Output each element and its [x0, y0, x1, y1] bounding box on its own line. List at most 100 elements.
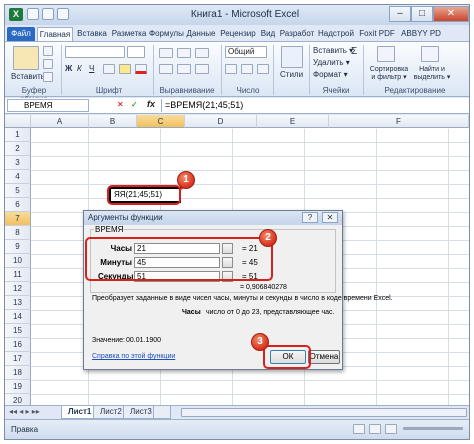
- font-name-select[interactable]: [65, 46, 125, 58]
- styles-button[interactable]: Стили: [280, 70, 303, 79]
- confirm-entry-icon[interactable]: ✓: [131, 100, 138, 109]
- row-header[interactable]: 12: [5, 282, 31, 296]
- align-top-icon[interactable]: [159, 48, 173, 58]
- bold-icon[interactable]: Ж: [65, 64, 72, 73]
- row-header[interactable]: 8: [5, 226, 31, 240]
- row-header[interactable]: 2: [5, 142, 31, 156]
- row-header[interactable]: 15: [5, 324, 31, 338]
- select-all-corner[interactable]: [5, 115, 31, 128]
- tab-developer[interactable]: Разработ: [279, 27, 315, 41]
- tab-review[interactable]: Рецензир: [219, 27, 257, 41]
- tab-file[interactable]: Файл: [7, 27, 35, 41]
- merge-cells-icon[interactable]: [195, 64, 209, 74]
- align-middle-icon[interactable]: [177, 48, 191, 58]
- font-group-label: Шрифт: [95, 86, 123, 95]
- find-select-icon[interactable]: [421, 46, 439, 62]
- cancel-entry-icon[interactable]: ✕: [117, 100, 124, 109]
- cancel-button[interactable]: Отмена: [308, 350, 340, 364]
- currency-icon[interactable]: [225, 64, 237, 74]
- align-center-icon[interactable]: [177, 64, 191, 74]
- tab-addins[interactable]: Надстрой: [317, 27, 355, 41]
- paste-button[interactable]: Вставить: [11, 72, 45, 81]
- autosum-icon[interactable]: Σ: [351, 46, 357, 57]
- tab-abbyy-pdf[interactable]: ABBYY PD: [399, 27, 443, 41]
- column-header[interactable]: E: [257, 115, 329, 128]
- tab-view[interactable]: Вид: [259, 27, 277, 41]
- undo-icon[interactable]: [42, 8, 54, 20]
- column-header[interactable]: B: [89, 115, 137, 128]
- value-result: 00.01.1900: [126, 337, 162, 344]
- tab-page-layout[interactable]: Разметка: [111, 27, 147, 41]
- row-header[interactable]: 17: [5, 352, 31, 366]
- row-header[interactable]: 4: [5, 170, 31, 184]
- align-left-icon[interactable]: [159, 64, 173, 74]
- row-header[interactable]: 3: [5, 156, 31, 170]
- insert-sheet-icon[interactable]: [153, 406, 171, 419]
- tab-home[interactable]: Главная: [37, 27, 73, 41]
- styles-icon[interactable]: [281, 46, 303, 68]
- callout-badge-2: 2: [259, 229, 277, 247]
- column-header[interactable]: A: [31, 115, 89, 128]
- page-layout-view-icon[interactable]: [369, 424, 381, 434]
- group-divider: [221, 45, 222, 95]
- comma-style-icon[interactable]: [257, 64, 269, 74]
- paste-icon[interactable]: [13, 46, 39, 70]
- redo-icon[interactable]: [57, 8, 69, 20]
- tab-foxit-pdf[interactable]: Foxit PDF: [357, 27, 397, 41]
- sort-filter-icon[interactable]: [377, 46, 395, 62]
- number-format-select[interactable]: Общий: [225, 46, 267, 58]
- percent-icon[interactable]: [241, 64, 253, 74]
- horizontal-scrollbar[interactable]: [181, 408, 467, 417]
- row-header[interactable]: 11: [5, 268, 31, 282]
- row-header[interactable]: 16: [5, 338, 31, 352]
- row-header[interactable]: 6: [5, 198, 31, 212]
- formula-input[interactable]: =ВРЕМЯ(21;45;51): [161, 99, 467, 112]
- tab-formulas[interactable]: Формулы: [149, 27, 184, 41]
- maximize-button[interactable]: □: [411, 6, 433, 22]
- sort-filter-button[interactable]: Сортировка и фильтр ▾: [367, 66, 411, 81]
- row-header[interactable]: 9: [5, 240, 31, 254]
- column-header[interactable]: F: [329, 115, 469, 128]
- excel-app-icon[interactable]: X: [9, 8, 23, 21]
- cut-icon[interactable]: [43, 46, 53, 56]
- dialog-close-button[interactable]: ✕: [322, 212, 338, 223]
- font-size-select[interactable]: [127, 46, 145, 58]
- insert-function-icon[interactable]: fx: [147, 99, 155, 109]
- page-break-view-icon[interactable]: [385, 424, 397, 434]
- dialog-help-button[interactable]: ?: [302, 212, 318, 223]
- save-icon[interactable]: [27, 8, 39, 20]
- row-header[interactable]: 10: [5, 254, 31, 268]
- row-header[interactable]: 5: [5, 184, 31, 198]
- row-header[interactable]: 18: [5, 366, 31, 380]
- delete-cells-button[interactable]: Удалить ▾: [313, 58, 350, 67]
- normal-view-icon[interactable]: [353, 424, 365, 434]
- function-help-link[interactable]: Справка по этой функции: [92, 353, 175, 360]
- row-header[interactable]: 19: [5, 380, 31, 394]
- column-header[interactable]: D: [185, 115, 257, 128]
- format-cells-button[interactable]: Формат ▾: [313, 70, 348, 79]
- borders-icon[interactable]: [103, 64, 115, 74]
- find-select-button[interactable]: Найти и выделить ▾: [413, 66, 451, 81]
- italic-icon[interactable]: К: [77, 64, 82, 73]
- column-header-selected[interactable]: C: [137, 115, 185, 128]
- fill-color-icon[interactable]: [119, 64, 131, 74]
- name-box[interactable]: ВРЕМЯ: [7, 99, 89, 112]
- minimize-button[interactable]: –: [389, 6, 411, 22]
- close-window-button[interactable]: ✕: [433, 6, 469, 22]
- underline-icon[interactable]: Ч: [89, 64, 94, 73]
- excel-window: X Книга1 - Microsoft Excel – □ ✕ Файл Гл…: [4, 4, 470, 440]
- wrap-text-icon[interactable]: [195, 48, 209, 58]
- format-painter-icon[interactable]: [43, 72, 53, 82]
- font-color-icon[interactable]: [135, 64, 147, 74]
- sheet-nav-arrows-icon[interactable]: ◂◂ ◂ ▸ ▸▸: [9, 407, 40, 416]
- tab-insert[interactable]: Вставка: [75, 27, 109, 41]
- row-header[interactable]: 13: [5, 296, 31, 310]
- copy-icon[interactable]: [43, 59, 53, 69]
- row-header-selected[interactable]: 7: [5, 212, 31, 226]
- row-header[interactable]: 1: [5, 128, 31, 142]
- row-header[interactable]: 14: [5, 310, 31, 324]
- insert-cells-button[interactable]: Вставить ▾: [313, 46, 353, 55]
- zoom-slider[interactable]: [403, 427, 463, 430]
- tab-data[interactable]: Данные: [185, 27, 217, 41]
- row-header[interactable]: 20: [5, 394, 31, 405]
